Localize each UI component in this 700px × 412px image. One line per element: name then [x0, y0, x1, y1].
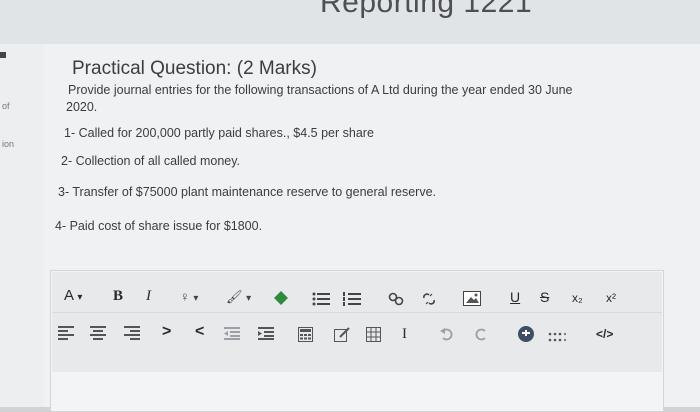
font-size-button[interactable]: A ▾ — [64, 288, 82, 306]
align-center-icon — [90, 326, 106, 340]
bullet-list-icon — [312, 292, 330, 306]
highlight-icon: ♀ — [180, 289, 190, 304]
page-header-title: Reporting 1221 — [320, 0, 533, 19]
highlight-caret-icon: ▾ — [193, 293, 199, 304]
strikethrough-button[interactable]: S — [540, 289, 549, 305]
align-left-icon — [58, 326, 74, 340]
align-right-button[interactable] — [124, 326, 140, 345]
left-panel-text-1: of — [2, 101, 10, 111]
indent-icon — [258, 327, 274, 340]
text-cursor-button[interactable]: I — [402, 326, 407, 342]
media-icon — [274, 291, 288, 305]
font-size-label: A — [64, 287, 74, 304]
bullet-list-button[interactable] — [312, 292, 330, 311]
image-icon — [463, 291, 481, 306]
left-panel-text-2: ion — [2, 139, 15, 149]
redo-button[interactable] — [474, 328, 488, 346]
superscript-button[interactable]: x² — [606, 290, 616, 306]
question-item-2: 2- Collection of all called money. — [61, 154, 241, 168]
brush-button[interactable]: 🖌 ▾ — [226, 289, 251, 307]
question-item-3: 3- Transfer of $75000 plant maintenance … — [58, 185, 436, 199]
align-left-button[interactable] — [58, 326, 74, 345]
brush-caret-icon: ▾ — [246, 293, 252, 304]
indent-button[interactable] — [258, 327, 274, 345]
question-intro-line-1: Provide journal entries for the followin… — [68, 83, 573, 97]
more-options-icon — [548, 332, 566, 342]
question-intro-line-2: 2020. — [66, 100, 98, 114]
numbered-list-icon — [343, 292, 361, 306]
font-size-caret-icon: ▾ — [77, 292, 83, 303]
left-panel-marker — [0, 52, 6, 58]
media-button[interactable] — [274, 291, 288, 310]
outdent-button[interactable] — [224, 327, 240, 345]
calculator-icon — [298, 327, 313, 342]
help-icon — [518, 326, 534, 342]
link-button[interactable] — [388, 292, 404, 311]
italic-button[interactable]: I — [146, 288, 151, 304]
editor-toolbar — [52, 272, 662, 372]
bold-button[interactable]: B — [113, 288, 123, 304]
undo-icon — [440, 328, 453, 341]
question-item-1: 1- Called for 200,000 partly paid shares… — [64, 126, 374, 140]
ltr-button[interactable]: > — [162, 324, 171, 340]
link-icon — [388, 292, 404, 306]
highlight-button[interactable]: ♀ ▾ — [180, 289, 198, 307]
brush-icon: 🖌 — [226, 289, 243, 304]
edit-button[interactable] — [334, 327, 350, 347]
image-button[interactable] — [463, 291, 481, 311]
align-center-button[interactable] — [90, 326, 106, 345]
align-right-icon — [124, 326, 140, 340]
question-item-4: 4- Paid cost of share issue for $1800. — [55, 219, 263, 233]
top-header-bar: Reporting 1221 — [0, 0, 700, 44]
underline-button[interactable]: U — [510, 289, 520, 305]
table-button[interactable] — [366, 327, 381, 347]
outdent-icon — [224, 327, 240, 340]
edit-icon — [334, 327, 350, 342]
left-side-panel: of ion — [0, 44, 44, 407]
rtl-button[interactable]: < — [195, 324, 204, 340]
table-icon — [366, 327, 381, 342]
calculator-button[interactable] — [298, 327, 313, 347]
help-button[interactable] — [518, 326, 534, 347]
more-options-button[interactable] — [548, 329, 566, 347]
toolbar-divider — [52, 312, 662, 313]
question-title: Practical Question: (2 Marks) — [72, 58, 317, 79]
html-source-button[interactable]: </> — [596, 326, 613, 342]
unlink-button[interactable] — [421, 292, 437, 311]
redo-icon — [475, 328, 486, 341]
unlink-icon — [423, 293, 435, 305]
subscript-button[interactable]: x₂ — [572, 290, 583, 306]
undo-button[interactable] — [440, 328, 454, 346]
numbered-list-button[interactable] — [343, 292, 361, 311]
